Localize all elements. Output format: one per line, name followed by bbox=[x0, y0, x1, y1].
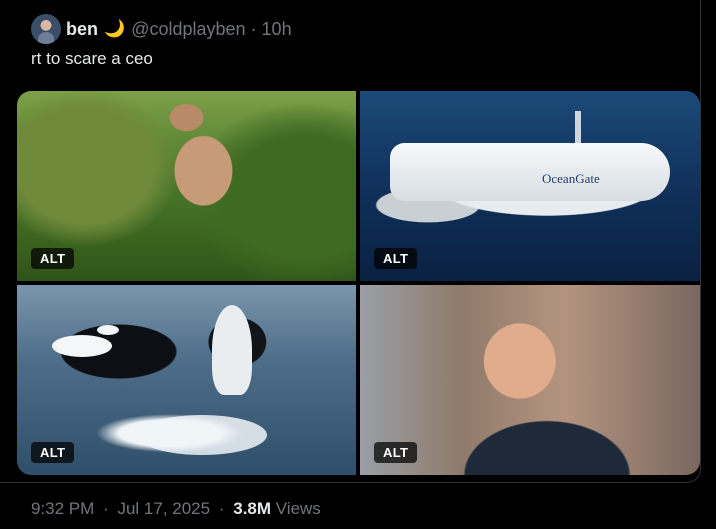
tweet-text: rt to scare a ceo bbox=[31, 49, 153, 68]
views-label: Views bbox=[275, 499, 321, 518]
tweet-footer: 9:32 PM · Jul 17, 2025 · 3.8M Views bbox=[31, 499, 321, 519]
display-name[interactable]: ben bbox=[66, 19, 98, 40]
media-grid: ALT OceanGate ALT ALT ALT bbox=[17, 91, 700, 475]
media-tile-orca[interactable]: ALT bbox=[17, 285, 356, 475]
tweet-header: ben 🌙 @coldplayben · 10h bbox=[66, 16, 292, 42]
tweet-card[interactable]: ben 🌙 @coldplayben · 10h rt to scare a c… bbox=[0, 0, 701, 483]
moon-emoji-icon: 🌙 bbox=[104, 19, 126, 38]
orca-second bbox=[212, 305, 252, 395]
submarine-logo: OceanGate bbox=[542, 171, 600, 186]
views-count: 3.8M bbox=[233, 499, 272, 518]
separator-dot: · bbox=[250, 18, 257, 39]
alt-badge[interactable]: ALT bbox=[374, 442, 418, 463]
separator-dot: · bbox=[218, 499, 225, 518]
media-tile-hiker[interactable]: ALT bbox=[17, 91, 356, 281]
submarine-hull bbox=[390, 143, 670, 201]
user-handle[interactable]: @coldplayben bbox=[131, 19, 245, 40]
alt-badge[interactable]: ALT bbox=[31, 442, 75, 463]
separator-dot: · bbox=[103, 499, 109, 518]
post-time[interactable]: 9:32 PM bbox=[31, 499, 94, 518]
media-tile-singer[interactable]: ALT bbox=[360, 285, 700, 475]
orca-eye-patch bbox=[97, 325, 119, 335]
orca-belly-patch bbox=[52, 335, 112, 357]
water-splash bbox=[137, 415, 267, 455]
tweet-timestamp[interactable]: 10h bbox=[262, 19, 292, 40]
avatar[interactable] bbox=[31, 14, 61, 44]
submarine-mast bbox=[575, 111, 581, 145]
alt-badge[interactable]: ALT bbox=[374, 248, 418, 269]
post-date[interactable]: Jul 17, 2025 bbox=[117, 499, 210, 518]
media-tile-submarine[interactable]: OceanGate ALT bbox=[360, 91, 700, 281]
alt-badge[interactable]: ALT bbox=[31, 248, 75, 269]
